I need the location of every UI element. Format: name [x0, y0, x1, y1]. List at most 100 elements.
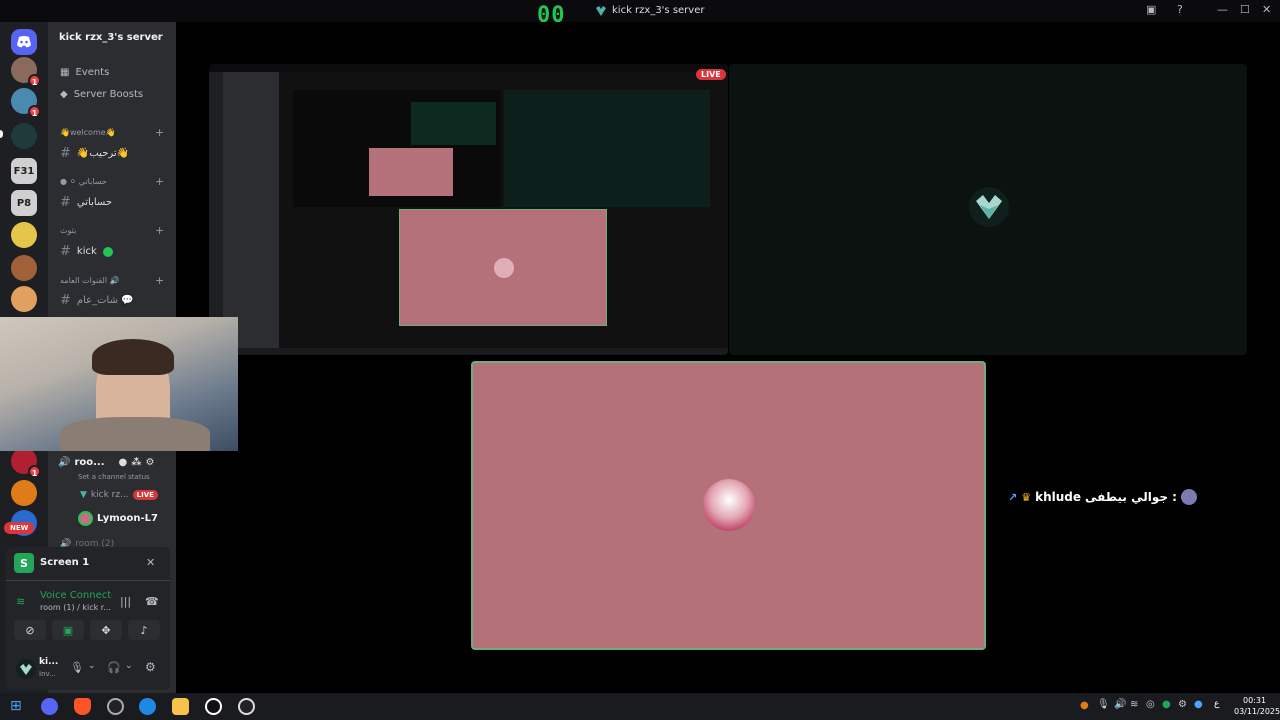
tray-icon[interactable]: ●: [1194, 699, 1203, 710]
channel-status-hint[interactable]: Set a channel status: [78, 473, 150, 481]
clock-time[interactable]: 00:31: [1243, 696, 1266, 705]
server-avatar-icon[interactable]: [11, 480, 37, 506]
stream-tile-user[interactable]: [729, 64, 1247, 355]
server-avatar-icon[interactable]: 1: [11, 88, 41, 118]
hash-icon: #: [60, 244, 71, 259]
webcam-overlay: [0, 317, 238, 451]
speaker-icon: 🔊: [58, 457, 71, 468]
server-logo-icon[interactable]: P8: [11, 190, 37, 216]
avatar: [703, 479, 755, 531]
chevron-down-icon[interactable]: ⌄: [88, 661, 96, 671]
stream-tile-screen[interactable]: LIVE: [209, 64, 728, 355]
brave-icon[interactable]: [74, 698, 91, 715]
mic-icon[interactable]: 🎙: [70, 661, 84, 674]
signal-icon: ≋: [16, 595, 26, 608]
user-avatar-icon: ▼: [80, 490, 87, 500]
hash-icon: #: [60, 195, 71, 210]
headphones-icon[interactable]: 🎧: [107, 661, 121, 674]
edge-icon[interactable]: [139, 698, 156, 715]
voice-channel-room1[interactable]: 🔊 roo... ● ⁂ ⚙: [58, 457, 154, 468]
wifi-icon[interactable]: ≋: [1130, 699, 1138, 710]
category-public[interactable]: القنوات العامه 🔊: [60, 276, 120, 285]
minimize-icon[interactable]: —: [1217, 3, 1228, 16]
server-boosts-link[interactable]: ◆ Server Boosts: [60, 89, 143, 100]
noise-suppression-icon[interactable]: |||: [120, 595, 131, 608]
stream-tile-speaking[interactable]: [471, 361, 986, 650]
tray-app-icon[interactable]: ●: [1080, 700, 1089, 711]
crown-icon: ♛: [1021, 490, 1032, 504]
chevron-down-icon[interactable]: ⌄: [154, 29, 163, 42]
channel-welcome[interactable]: # 👋ترحيب👋: [60, 146, 129, 161]
maximize-icon[interactable]: ☐: [1240, 3, 1250, 16]
disconnect-icon[interactable]: ☎: [145, 595, 159, 608]
user-name[interactable]: ki...: [39, 657, 58, 667]
avatar: [78, 511, 93, 526]
add-channel-icon[interactable]: +: [155, 175, 164, 188]
category-streams[interactable]: بثوث: [60, 226, 76, 235]
chat-icon[interactable]: ●: [119, 457, 128, 468]
soundboard-button[interactable]: ♪: [128, 620, 160, 640]
discord-icon[interactable]: [41, 698, 58, 715]
new-badge: NEW: [4, 522, 35, 534]
mic-icon[interactable]: 🎙: [1097, 699, 1110, 710]
hash-icon: #: [60, 146, 71, 161]
add-channel-icon[interactable]: +: [155, 274, 164, 287]
language-indicator[interactable]: ع: [1214, 699, 1219, 709]
tray-icon[interactable]: ◎: [1146, 699, 1155, 710]
user-status: Inv...: [39, 670, 56, 678]
close-screen-icon[interactable]: ✕: [146, 556, 155, 569]
obs-icon[interactable]: [107, 698, 124, 715]
person-hair: [92, 339, 174, 375]
nested-dark-tile: [411, 102, 496, 145]
inbox-icon[interactable]: ▣: [1146, 3, 1156, 16]
live-badge: LIVE: [696, 69, 726, 80]
voice-room-label[interactable]: room (1) / kick r...: [40, 603, 112, 612]
chevron-down-icon[interactable]: ⌄: [125, 661, 133, 671]
server-avatar-icon[interactable]: 1: [11, 57, 41, 87]
channel-accounts[interactable]: # حساباتي: [60, 195, 112, 210]
gear-icon[interactable]: ⚙: [1178, 699, 1187, 710]
server-name[interactable]: kick rzx_3's server: [59, 32, 163, 43]
discord-home-icon[interactable]: [11, 29, 37, 55]
add-channel-icon[interactable]: +: [155, 224, 164, 237]
notification-badge: 1: [28, 465, 41, 478]
steam-icon[interactable]: [205, 698, 222, 715]
gear-icon[interactable]: ⚙: [145, 660, 156, 674]
activities-icon: ✥: [101, 623, 111, 637]
start-icon[interactable]: ⊞: [10, 698, 27, 715]
gear-icon[interactable]: ⚙: [146, 457, 155, 468]
clock-date[interactable]: 03/11/2025: [1234, 707, 1280, 716]
notification-badge: 1: [28, 105, 41, 118]
help-icon[interactable]: ?: [1177, 3, 1183, 16]
add-member-icon[interactable]: ⁂: [131, 457, 141, 468]
nested-pink-tile: [369, 148, 453, 196]
activities-button[interactable]: ✥: [90, 620, 122, 640]
server-avatar-icon[interactable]: [11, 123, 37, 149]
camera-off-button[interactable]: ⊘: [14, 620, 46, 640]
server-logo-icon[interactable]: F31: [11, 158, 37, 184]
server-avatar-icon[interactable]: 1: [11, 448, 41, 478]
app-icon[interactable]: [238, 698, 255, 715]
voice-member[interactable]: ▼ kick rz... LIVE: [80, 490, 158, 500]
events-link[interactable]: ▦ Events: [60, 67, 109, 78]
server-avatar-icon[interactable]: [11, 222, 37, 248]
server-avatar-icon[interactable]: [11, 286, 37, 312]
server-avatar-icon[interactable]: [11, 255, 37, 281]
screen-share-icon: S: [14, 553, 34, 573]
voice-member[interactable]: Lymoon-L7: [78, 511, 158, 526]
screen-share-icon: ▣: [62, 623, 74, 637]
category-welcome[interactable]: 👋welcome👋: [60, 128, 116, 137]
avatar[interactable]: [16, 659, 36, 679]
channel-general-chat[interactable]: # شات_عام 💬: [60, 293, 134, 308]
folder-icon[interactable]: [172, 698, 189, 715]
channel-kick[interactable]: # kick: [60, 244, 113, 259]
nested-titlebar: [209, 64, 728, 72]
category-accounts[interactable]: ● ⚪ حساباتي: [60, 177, 107, 186]
close-icon[interactable]: ✕: [1262, 3, 1271, 16]
tray-icon[interactable]: ●: [1162, 699, 1171, 710]
screen-share-button[interactable]: ▣: [52, 620, 84, 640]
voice-connected-label[interactable]: Voice Connecte: [40, 590, 112, 601]
green-circle-icon: [102, 246, 113, 257]
speaker-icon[interactable]: 🔊: [1114, 699, 1126, 710]
add-channel-icon[interactable]: +: [155, 126, 164, 139]
